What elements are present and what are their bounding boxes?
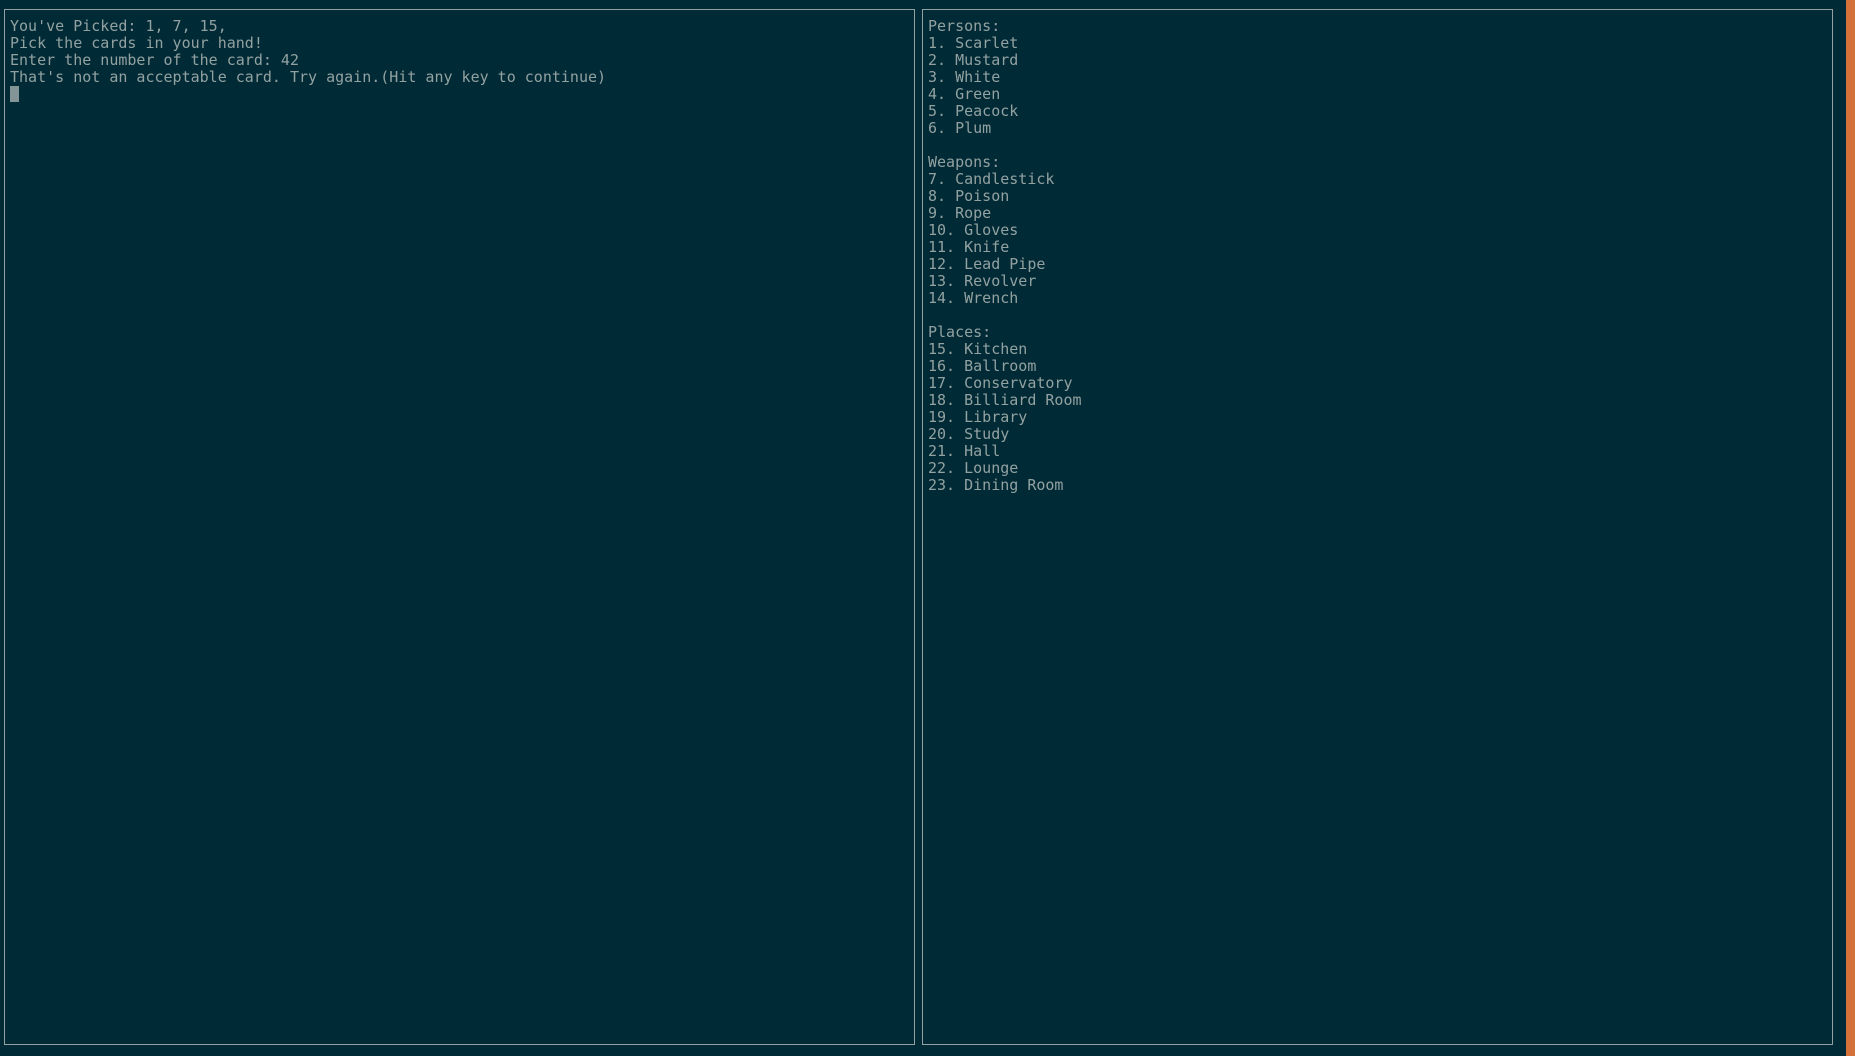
list-item: 20. Study xyxy=(928,425,1010,443)
list-item: 19. Library xyxy=(928,408,1028,426)
list-item: 11. Knife xyxy=(928,238,1010,256)
terminal-cursor xyxy=(10,86,19,102)
list-item: 10. Gloves xyxy=(928,221,1019,239)
list-item: 12. Lead Pipe xyxy=(928,255,1046,273)
list-item: 9. Rope xyxy=(928,204,992,222)
list-item: 14. Wrench xyxy=(928,289,1019,307)
list-item: 2. Mustard xyxy=(928,51,1019,69)
window-edge-accent xyxy=(1846,0,1855,1056)
list-item: 21. Hall xyxy=(928,442,1001,460)
list-item: 13. Revolver xyxy=(928,272,1037,290)
places-header: Places: xyxy=(928,323,992,341)
list-item: 18. Billiard Room xyxy=(928,391,1082,409)
list-item: 7. Candlestick xyxy=(928,170,1055,188)
game-output-text: You've Picked: 1, 7, 15, Pick the cards … xyxy=(10,18,909,103)
list-item: 16. Ballroom xyxy=(928,357,1037,375)
input-line[interactable] xyxy=(10,86,909,103)
game-output-pane[interactable]: You've Picked: 1, 7, 15, Pick the cards … xyxy=(4,9,915,1045)
list-item: 8. Poison xyxy=(928,187,1010,205)
card-list: Persons: 1. Scarlet 2. Mustard 3. White … xyxy=(928,18,1827,494)
picked-cards-line: You've Picked: 1, 7, 15, xyxy=(10,17,227,35)
instruction-line: Pick the cards in your hand! xyxy=(10,34,263,52)
list-item: 3. White xyxy=(928,68,1001,86)
card-number-prompt: Enter the number of the card: 42 xyxy=(10,51,299,69)
list-item: 17. Conservatory xyxy=(928,374,1073,392)
list-item: 15. Kitchen xyxy=(928,340,1028,358)
list-item: 6. Plum xyxy=(928,119,992,137)
card-list-pane: Persons: 1. Scarlet 2. Mustard 3. White … xyxy=(922,9,1833,1045)
list-item: 23. Dining Room xyxy=(928,476,1064,494)
weapons-header: Weapons: xyxy=(928,153,1001,171)
persons-header: Persons: xyxy=(928,17,1001,35)
error-message-line: That's not an acceptable card. Try again… xyxy=(10,68,607,86)
list-item: 22. Lounge xyxy=(928,459,1019,477)
list-item: 1. Scarlet xyxy=(928,34,1019,52)
list-item: 4. Green xyxy=(928,85,1001,103)
list-item: 5. Peacock xyxy=(928,102,1019,120)
